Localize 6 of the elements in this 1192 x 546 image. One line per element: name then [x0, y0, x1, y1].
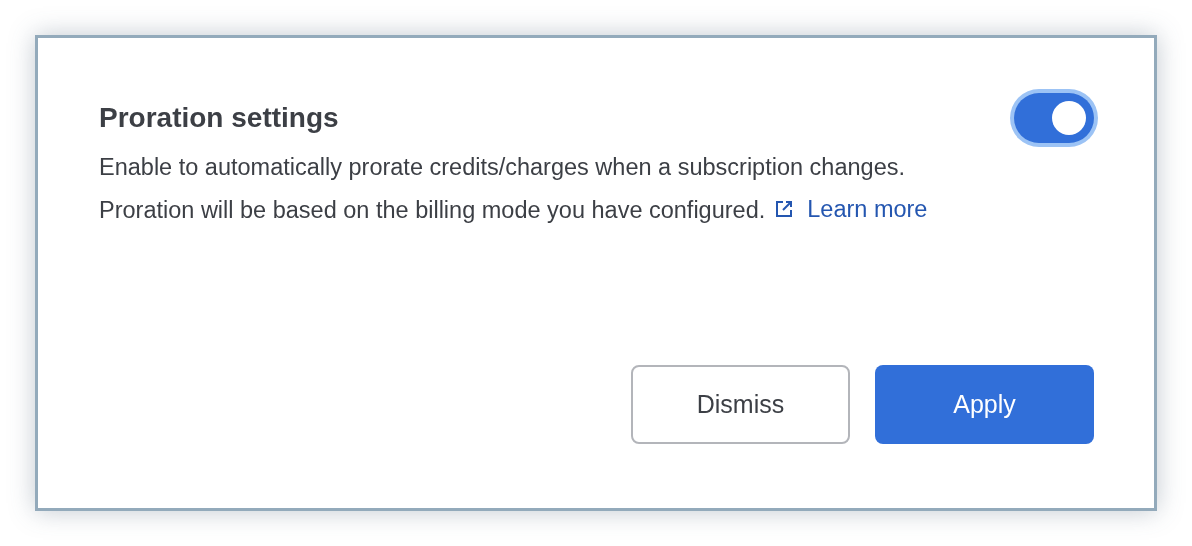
- apply-button[interactable]: Apply: [875, 365, 1094, 444]
- description-text: Enable to automatically prorate credits/charges when a subscription changes. Proration will be based on the billing mode you have configured. Learn more: [99, 146, 999, 231]
- dismiss-button[interactable]: Dismiss: [631, 365, 850, 444]
- learn-more-link[interactable]: Learn more: [775, 188, 928, 230]
- dialog-title: Proration settings: [99, 102, 340, 134]
- external-link-icon: [775, 200, 794, 218]
